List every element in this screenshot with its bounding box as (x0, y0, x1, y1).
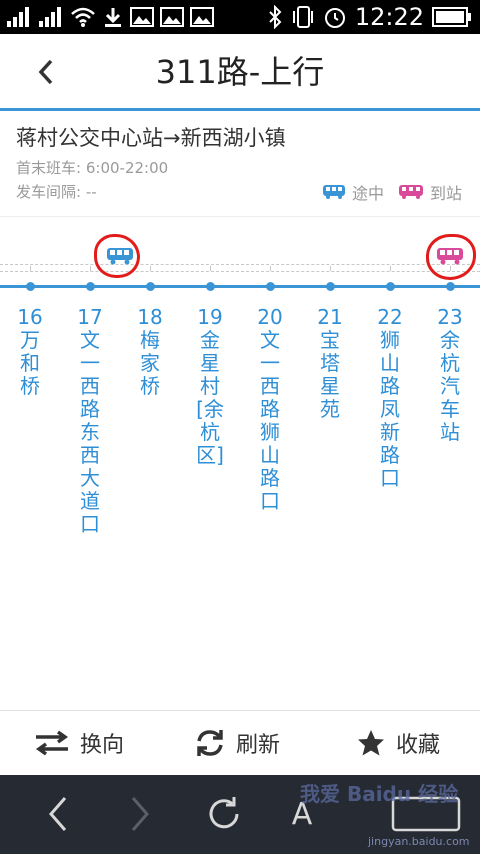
track-tick (210, 266, 211, 271)
route-direction: 蒋村公交中心站→新西湖小镇 (16, 126, 286, 150)
switch-direction-button[interactable]: 换向 (34, 711, 124, 775)
service-hours-value: 6:00-22:00 (85, 159, 169, 177)
legend-arrived: 到站 (398, 180, 462, 204)
vibrate-icon (292, 6, 313, 28)
stop-number: 23 (437, 305, 463, 329)
image-icon (160, 7, 184, 27)
stop-item[interactable]: 22 狮山路凤新路口 (376, 306, 404, 490)
refresh-label: 刷新 (236, 733, 281, 758)
track-tick (90, 266, 91, 271)
stop-dot (325, 282, 335, 291)
watermark-url: jingyan.baidu.com (368, 835, 470, 848)
stop-dot (145, 282, 155, 291)
bus-legend: 途中 到站 (322, 180, 462, 204)
stop-item[interactable]: 20 文一西路狮山路口 (256, 306, 284, 513)
bottom-toolbar: 换向 刷新 收藏 (0, 710, 480, 775)
refresh-icon (197, 730, 223, 756)
image-icon (130, 7, 154, 27)
stop-name: 金星村[余杭区] (196, 328, 224, 467)
service-hours: 首末班车: 6:00-22:00 (16, 158, 466, 178)
chevron-left-icon (49, 797, 67, 831)
stop-item[interactable]: 17 文一西路东西大道口 (76, 306, 104, 536)
track-tick (30, 266, 31, 271)
interval-label: 发车间隔: (16, 183, 82, 201)
interval-value: -- (85, 183, 97, 201)
route-info: 蒋村公交中心站→新西湖小镇 首末班车: 6:00-22:00 (16, 124, 466, 178)
stop-number: 21 (317, 305, 343, 329)
nav-reload-button[interactable] (200, 789, 248, 839)
track-tick (270, 266, 271, 271)
legend-en-route-label: 途中 (351, 184, 384, 203)
status-right-icons: 12:22 (267, 2, 472, 32)
signal-icon (39, 7, 61, 27)
stop-number: 20 (257, 305, 283, 329)
track-tick (150, 266, 151, 271)
bus-icon (322, 185, 345, 199)
stop-name: 文一西路东西大道口 (80, 328, 100, 536)
chevron-right-icon (131, 797, 149, 831)
stop-name: 文一西路狮山路口 (260, 328, 280, 513)
refresh-button[interactable]: 刷新 (194, 711, 280, 775)
stop-item[interactable]: 16 万和桥 (16, 306, 44, 398)
bus-track (0, 264, 480, 272)
route-line (0, 285, 480, 288)
signal-icon (7, 7, 29, 27)
stop-number: 18 (137, 305, 163, 329)
favorite-label: 收藏 (396, 733, 441, 758)
favorite-button[interactable]: 收藏 (356, 711, 440, 775)
bluetooth-icon (269, 5, 282, 29)
alarm-icon (324, 8, 345, 28)
stop-number: 17 (77, 305, 103, 329)
stop-number: 19 (197, 305, 223, 329)
swap-arrows-icon (35, 730, 69, 756)
track-tick (390, 266, 391, 271)
stop-item[interactable]: 19 金星村[余杭区] (196, 306, 224, 467)
status-time: 12:22 (354, 3, 424, 31)
star-icon (358, 730, 384, 756)
status-bar: 12:22 (0, 0, 480, 34)
departure-interval: 发车间隔: -- (16, 182, 97, 202)
info-divider (0, 216, 480, 217)
image-icon (190, 7, 214, 27)
stop-dot (205, 282, 215, 291)
stop-item[interactable]: 21 宝塔星苑 (316, 306, 344, 421)
annotation-circle-arrived (426, 234, 476, 280)
stop-dot (85, 282, 95, 291)
legend-en-route: 途中 (322, 180, 384, 204)
download-icon (105, 8, 121, 27)
title-divider (0, 108, 480, 111)
stop-name: 梅家桥 (140, 328, 160, 398)
wifi-icon (71, 7, 95, 27)
title-bar: 311路-上行 (0, 34, 480, 110)
battery-icon (432, 7, 471, 27)
stop-item[interactable]: 18 梅家桥 (136, 306, 164, 398)
switch-direction-label: 换向 (80, 733, 125, 758)
annotation-circle-bus (94, 234, 140, 278)
stop-number: 16 (17, 305, 43, 329)
legend-arrived-label: 到站 (429, 184, 462, 203)
stop-number: 22 (377, 305, 403, 329)
stop-name: 万和桥 (20, 328, 40, 398)
reload-icon (209, 797, 239, 829)
bus-arrived-icon (398, 185, 423, 199)
stop-name: 宝塔星苑 (320, 328, 340, 421)
service-hours-label: 首末班车: (16, 159, 82, 177)
stop-dot (385, 282, 395, 291)
status-left-icons (6, 5, 214, 29)
stop-name: 狮山路凤新路口 (380, 328, 400, 490)
stop-dot (25, 282, 35, 291)
nav-back-button[interactable] (38, 789, 78, 839)
stop-dot (265, 282, 275, 291)
stop-item[interactable]: 23 余杭汽车站 (436, 306, 464, 444)
stop-dot (445, 282, 455, 291)
page-title: 311路-上行 (155, 53, 325, 91)
watermark: 我爱 Baidu 经验 (300, 782, 459, 806)
stop-name: 余杭汽车站 (440, 328, 460, 444)
nav-forward-button[interactable] (120, 789, 160, 839)
track-tick (330, 266, 331, 271)
